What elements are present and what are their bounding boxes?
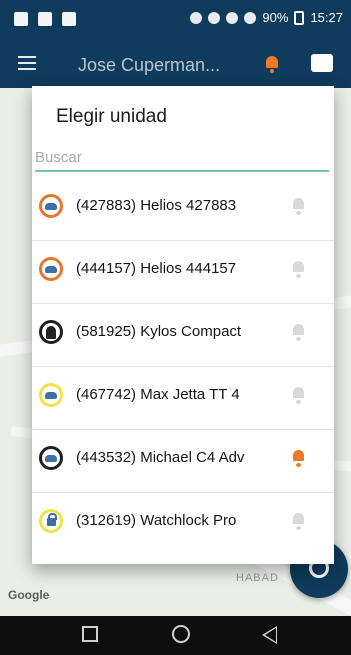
alerts-bell-icon[interactable] [263, 53, 281, 73]
phone-screen: 90% 15:27 Jose Cuperman... HABAD Google … [0, 0, 351, 655]
bell-icon[interactable] [290, 196, 308, 216]
list-item[interactable]: (467742) Max Jetta TT 4 [32, 366, 334, 429]
google-attribution: Google [8, 588, 50, 602]
check-icon [62, 12, 76, 26]
list-item[interactable]: (312619) Watchlock Pro [32, 492, 334, 555]
battery-percent: 90% [262, 10, 289, 25]
signal-icon [244, 11, 257, 24]
screen-icon [38, 12, 52, 26]
unit-status-badge [39, 383, 63, 407]
unit-list: (427883) Helios 427883 (444157) Helios 4… [32, 178, 334, 555]
unit-picker-dialog: Elegir unidad (427883) Helios 427883 (44… [32, 86, 334, 564]
menu-icon[interactable] [18, 56, 36, 70]
list-item[interactable]: (444157) Helios 444157 [32, 240, 334, 303]
car-icon [45, 392, 57, 399]
system-nav-bar [0, 616, 351, 655]
sync-icon [208, 11, 221, 24]
map-place-label: HABAD [236, 572, 279, 584]
person-icon [46, 326, 56, 339]
list-item[interactable]: (427883) Helios 427883 [32, 178, 334, 240]
bell-icon[interactable] [290, 385, 308, 405]
unit-status-badge [39, 257, 63, 281]
list-item[interactable]: (581925) Kylos Compact [32, 303, 334, 366]
unit-label: (427883) Helios 427883 [76, 197, 237, 214]
dialog-title: Elegir unidad [56, 106, 167, 127]
battery-icon [294, 10, 305, 25]
search-input[interactable] [35, 144, 329, 172]
recent-apps-button[interactable] [82, 626, 98, 642]
bell-icon[interactable] [290, 511, 308, 531]
home-button[interactable] [172, 625, 190, 643]
list-item[interactable]: (443532) Michael C4 Adv [32, 429, 334, 492]
bell-icon[interactable] [290, 322, 308, 342]
wifi-icon [226, 11, 239, 24]
status-bar: 90% 15:27 [0, 0, 351, 42]
lock-icon [47, 513, 57, 526]
car-icon [45, 455, 57, 462]
car-icon [45, 266, 57, 273]
unit-label: (312619) Watchlock Pro [76, 512, 237, 529]
shield-icon [14, 12, 28, 26]
back-button[interactable] [262, 626, 277, 644]
unit-status-badge [39, 320, 63, 344]
bell-icon[interactable] [290, 259, 308, 279]
unit-label: (467742) Max Jetta TT 4 [76, 386, 240, 403]
car-icon [45, 203, 57, 210]
mail-icon[interactable] [311, 54, 333, 72]
unit-status-badge [39, 194, 63, 218]
clock: 15:27 [310, 10, 343, 25]
unit-status-badge [39, 446, 63, 470]
unit-label: (444157) Helios 444157 [76, 260, 237, 277]
unit-status-badge [39, 509, 63, 533]
bell-icon[interactable] [290, 448, 308, 468]
unit-label: (581925) Kylos Compact [76, 323, 242, 340]
app-bar: Jose Cuperman... [0, 42, 351, 88]
app-title: Jose Cuperman... [78, 55, 221, 75]
unit-label: (443532) Michael C4 Adv [76, 449, 245, 466]
location-icon [190, 11, 203, 24]
